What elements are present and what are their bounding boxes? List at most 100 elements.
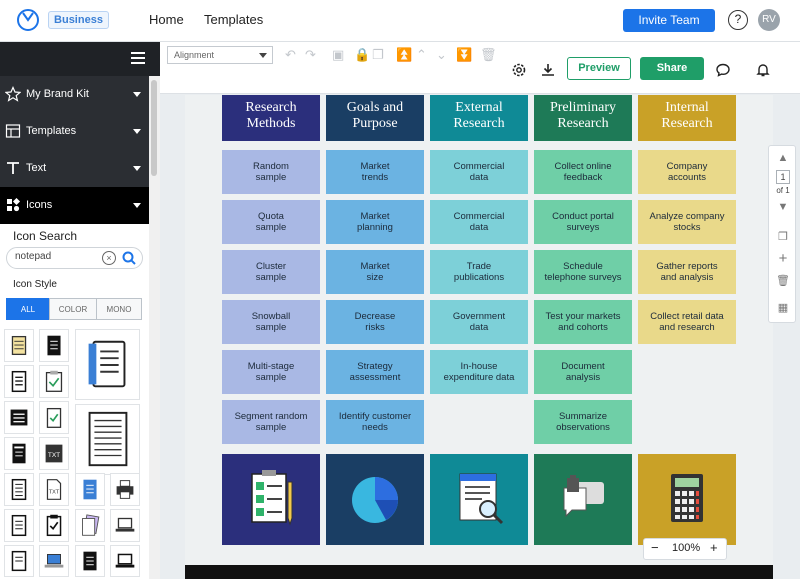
gear-icon[interactable] xyxy=(510,61,528,79)
icon-result-tile[interactable] xyxy=(110,509,140,542)
icon-result-tile[interactable] xyxy=(4,509,34,542)
sidebar-item-brand-kit[interactable]: My Brand Kit xyxy=(0,76,149,113)
style-color-button[interactable]: COLOR xyxy=(49,298,97,320)
column-header[interactable]: Research Methods xyxy=(222,95,320,141)
sidebar-item-text[interactable]: Text xyxy=(0,150,149,187)
column-cell[interactable]: Random sample xyxy=(222,150,320,194)
column-cell[interactable]: Conduct portal surveys xyxy=(534,200,632,244)
column-header[interactable]: Goals and Purpose xyxy=(326,95,424,141)
comment-icon[interactable] xyxy=(715,62,731,78)
page-down-icon[interactable]: ▼ xyxy=(769,201,797,213)
icon-result-tile[interactable] xyxy=(39,545,69,577)
duplicate-icon[interactable]: ❐ xyxy=(372,47,384,63)
redo-icon[interactable]: ↷ xyxy=(305,47,316,63)
column-cell[interactable]: Strategy assessment xyxy=(326,350,424,394)
trash-icon[interactable]: 🗑 xyxy=(480,47,497,63)
column-cell[interactable]: Market planning xyxy=(326,200,424,244)
scroll-thumb[interactable] xyxy=(151,80,157,176)
column-cell[interactable]: Multi-stage sample xyxy=(222,350,320,394)
column-illustration-goals[interactable] xyxy=(326,454,424,545)
icon-result-tile[interactable] xyxy=(110,473,140,506)
delete-page-icon[interactable]: 🗑 xyxy=(769,274,797,287)
icon-result-tile[interactable] xyxy=(75,509,105,542)
zoom-level[interactable]: 100% xyxy=(672,542,700,554)
send-backward-icon[interactable]: ⌄ xyxy=(436,47,447,63)
zoom-in-button[interactable]: + xyxy=(710,540,718,555)
column-cell[interactable]: Collect retail data and research xyxy=(638,300,736,344)
style-mono-button[interactable]: MONO xyxy=(96,298,142,320)
icon-result-tile[interactable] xyxy=(110,545,140,577)
group-icon[interactable]: ▣ xyxy=(332,47,344,63)
column-illustration-methods[interactable] xyxy=(222,454,320,545)
icon-result-tile[interactable] xyxy=(4,545,34,577)
column-cell[interactable]: Decrease risks xyxy=(326,300,424,344)
help-icon[interactable]: ? xyxy=(728,10,748,30)
zoom-out-button[interactable]: − xyxy=(651,540,659,555)
column-cell[interactable]: Market size xyxy=(326,250,424,294)
bell-icon[interactable] xyxy=(755,62,771,78)
column-illustration-preliminary[interactable] xyxy=(534,454,632,545)
column-cell[interactable]: Cluster sample xyxy=(222,250,320,294)
nav-home-link[interactable]: Home xyxy=(149,12,184,27)
icon-result-tile[interactable] xyxy=(4,401,34,434)
avatar[interactable]: RV xyxy=(758,9,780,31)
icon-result-tile[interactable] xyxy=(4,473,34,506)
column-cell[interactable]: Market trends xyxy=(326,150,424,194)
column-cell[interactable]: Summarize observations xyxy=(534,400,632,444)
icon-result-tile[interactable] xyxy=(39,329,69,362)
column-cell[interactable]: Identify customer needs xyxy=(326,400,424,444)
clear-icon[interactable]: × xyxy=(102,251,116,265)
icon-result-tile[interactable] xyxy=(75,404,140,475)
icon-result-tile[interactable]: TXT xyxy=(39,473,69,506)
nav-templates-link[interactable]: Templates xyxy=(204,12,263,27)
current-page[interactable]: 1 xyxy=(776,170,790,184)
icon-result-tile[interactable] xyxy=(39,401,69,434)
bring-forward-icon[interactable]: ⌃ xyxy=(416,47,427,63)
icon-search-input[interactable] xyxy=(15,251,95,262)
icon-result-tile[interactable] xyxy=(75,473,105,506)
icon-result-tile[interactable] xyxy=(4,437,34,470)
search-icon[interactable] xyxy=(121,250,137,266)
undo-icon[interactable]: ↶ xyxy=(285,47,296,63)
column-cell[interactable]: Test your markets and cohorts xyxy=(534,300,632,344)
sidebar-item-templates[interactable]: Templates xyxy=(0,113,149,150)
column-illustration-external[interactable] xyxy=(430,454,528,545)
icon-result-tile[interactable]: TXT xyxy=(39,437,69,470)
column-cell[interactable]: Trade publications xyxy=(430,250,528,294)
copy-page-icon[interactable]: ❐ xyxy=(769,230,797,243)
column-cell[interactable]: Commercial data xyxy=(430,150,528,194)
column-cell[interactable]: Company accounts xyxy=(638,150,736,194)
column-cell[interactable]: Gather reports and analysis xyxy=(638,250,736,294)
sidebar-item-icons[interactable]: Icons xyxy=(0,187,149,224)
download-icon[interactable] xyxy=(539,61,557,79)
column-header[interactable]: Internal Research xyxy=(638,95,736,141)
icon-search-box[interactable]: × xyxy=(6,247,143,269)
design-page[interactable]: Research Methods Random sample Quota sampl… xyxy=(185,95,773,565)
share-button[interactable]: Share xyxy=(640,57,704,80)
logo-icon[interactable] xyxy=(16,8,40,32)
preview-button[interactable]: Preview xyxy=(567,57,631,80)
column-cell[interactable]: Segment random sample xyxy=(222,400,320,444)
hamburger-icon[interactable] xyxy=(131,52,145,64)
alignment-select[interactable]: Alignment xyxy=(167,46,273,64)
column-cell[interactable]: Collect online feedback xyxy=(534,150,632,194)
lock-icon[interactable]: 🔒 xyxy=(354,47,370,63)
column-cell[interactable]: Document analysis xyxy=(534,350,632,394)
column-header[interactable]: External Research xyxy=(430,95,528,141)
icon-result-tile[interactable] xyxy=(75,545,105,577)
add-page-icon[interactable]: + xyxy=(769,250,797,267)
column-cell[interactable]: Snowball sample xyxy=(222,300,320,344)
sidebar-scrollbar[interactable] xyxy=(149,76,160,579)
column-header[interactable]: Preliminary Research xyxy=(534,95,632,141)
column-cell[interactable]: Schedule telephone surveys xyxy=(534,250,632,294)
column-cell[interactable]: Commercial data xyxy=(430,200,528,244)
column-cell[interactable]: Analyze company stocks xyxy=(638,200,736,244)
icon-result-tile[interactable] xyxy=(75,329,140,400)
column-cell[interactable]: Government data xyxy=(430,300,528,344)
column-cell[interactable]: In-house expenditure data xyxy=(430,350,528,394)
style-all-button[interactable]: ALL xyxy=(6,298,50,320)
icon-result-tile[interactable] xyxy=(39,509,69,542)
page-up-icon[interactable]: ▲ xyxy=(769,152,797,164)
column-cell[interactable]: Quota sample xyxy=(222,200,320,244)
column-illustration-internal[interactable] xyxy=(638,454,736,545)
